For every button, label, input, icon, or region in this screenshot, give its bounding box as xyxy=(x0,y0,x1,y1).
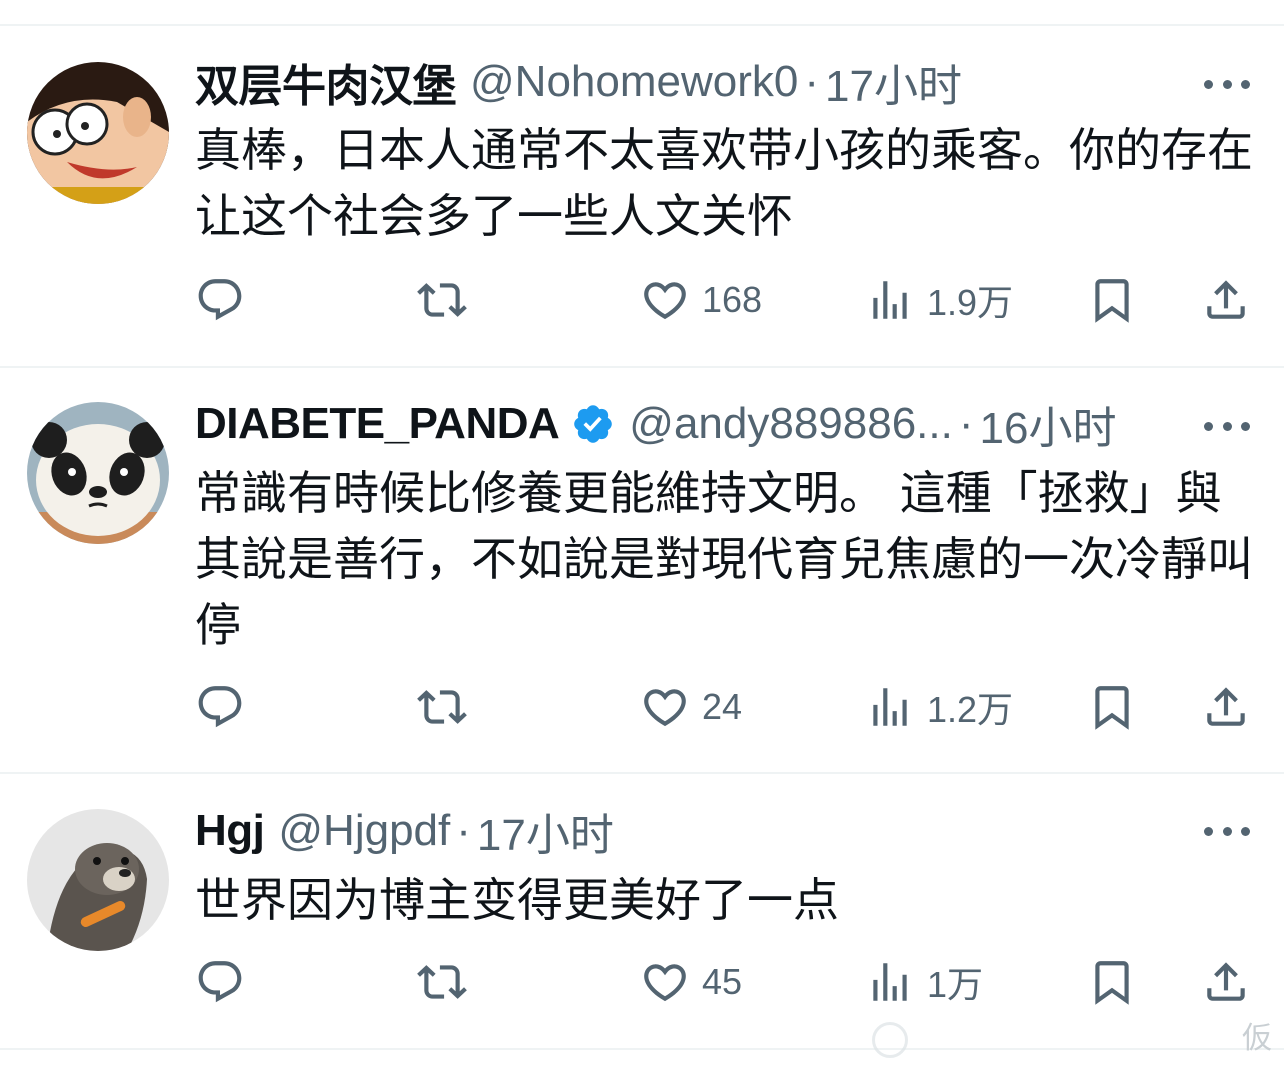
reply-icon xyxy=(198,279,242,321)
separator: · xyxy=(456,806,471,855)
bookmark-button[interactable] xyxy=(1087,952,1137,1012)
retweet-button[interactable] xyxy=(417,952,467,1012)
bookmark-icon xyxy=(1095,686,1129,730)
reply-icon xyxy=(198,961,242,1003)
views-button[interactable]: 1.9万 xyxy=(865,270,1013,330)
reply-button[interactable] xyxy=(195,270,245,330)
heart-icon xyxy=(644,282,686,320)
timestamp[interactable]: 17小时 xyxy=(825,50,962,114)
reply-button[interactable] xyxy=(195,677,245,737)
panda-avatar-icon xyxy=(27,402,169,544)
reply-tweet-1[interactable]: 双层牛肉汉堡 @Nohomework0 · 17小时 真棒，日本人通常不太喜欢带… xyxy=(0,26,1284,368)
otter-avatar-icon xyxy=(27,809,169,951)
view-count: 1.2万 xyxy=(927,689,1014,730)
view-count: 1.9万 xyxy=(927,282,1014,323)
like-count: 24 xyxy=(702,686,743,727)
retweet-icon xyxy=(417,965,467,999)
cartoon-avatar-icon xyxy=(27,62,169,204)
retweet-button[interactable] xyxy=(417,270,467,330)
bookmark-icon xyxy=(1095,961,1129,1005)
tweet-text: 真棒，日本人通常不太喜欢带小孩的乘客。你的存在让这个社会多了一些人文关怀 xyxy=(195,123,1253,243)
watermark-logo xyxy=(872,1022,908,1058)
verified-badge-icon xyxy=(574,405,613,443)
share-button[interactable] xyxy=(1201,677,1251,737)
retweet-button[interactable] xyxy=(417,677,467,737)
share-icon xyxy=(1207,280,1245,319)
reply-icon xyxy=(198,686,242,728)
avatar[interactable] xyxy=(27,62,169,204)
views-button[interactable]: 1.2万 xyxy=(865,677,1013,737)
views-icon xyxy=(873,963,907,1001)
bookmark-button[interactable] xyxy=(1087,677,1137,737)
timestamp[interactable]: 16小时 xyxy=(980,392,1117,456)
like-button[interactable]: 168 xyxy=(640,270,762,330)
views-icon xyxy=(873,281,907,319)
user-handle[interactable]: @andy889886... xyxy=(629,399,953,449)
like-button[interactable]: 24 xyxy=(640,677,742,737)
share-icon xyxy=(1207,962,1245,1001)
bookmark-icon xyxy=(1095,279,1129,323)
reply-button[interactable] xyxy=(195,952,245,1012)
heart-icon xyxy=(644,964,686,1002)
like-count: 45 xyxy=(702,961,743,1002)
timestamp[interactable]: 17小时 xyxy=(477,799,614,863)
display-name[interactable]: DIABETE_PANDA xyxy=(195,399,560,449)
display-name[interactable]: 双层牛肉汉堡 xyxy=(195,50,457,114)
tweet-text: 常識有時候比修養更能維持文明。 這種「拯救」與其說是善行，不如說是對現代育兒焦慮… xyxy=(195,466,1253,652)
share-button[interactable] xyxy=(1201,270,1251,330)
action-bar: 24 1.2万 xyxy=(0,677,1284,737)
reply-tweet-3[interactable]: Hgj @Hjgpdf · 17小时 世界因为博主变得更美好了一点 45 1万 xyxy=(0,774,1284,1050)
separator: · xyxy=(958,399,974,448)
tweet-text: 世界因为博主变得更美好了一点 xyxy=(195,873,839,927)
heart-icon xyxy=(644,689,686,727)
avatar[interactable] xyxy=(27,809,169,951)
user-handle[interactable]: @Nohomework0 xyxy=(470,57,798,107)
views-icon xyxy=(873,688,907,726)
more-icon[interactable] xyxy=(1204,77,1250,91)
like-button[interactable]: 45 xyxy=(640,952,742,1012)
more-icon[interactable] xyxy=(1204,419,1250,433)
share-icon xyxy=(1207,687,1245,726)
share-button[interactable] xyxy=(1201,952,1251,1012)
like-count: 168 xyxy=(702,279,763,320)
retweet-icon xyxy=(417,690,467,724)
user-handle[interactable]: @Hjgpdf xyxy=(278,806,450,856)
bookmark-button[interactable] xyxy=(1087,270,1137,330)
action-bar: 168 1.9万 xyxy=(0,270,1284,330)
action-bar: 45 1万 xyxy=(0,952,1284,1012)
more-icon[interactable] xyxy=(1204,824,1250,838)
display-name[interactable]: Hgj xyxy=(195,806,265,856)
watermark-text: 仮 xyxy=(1242,1021,1272,1056)
view-count: 1万 xyxy=(927,964,984,1005)
separator: · xyxy=(804,57,820,106)
reply-tweet-2[interactable]: DIABETE_PANDA @andy889886... · 16小时 常識有時… xyxy=(0,368,1284,774)
views-button[interactable]: 1万 xyxy=(865,952,983,1012)
avatar[interactable] xyxy=(27,402,169,544)
retweet-icon xyxy=(417,283,467,317)
